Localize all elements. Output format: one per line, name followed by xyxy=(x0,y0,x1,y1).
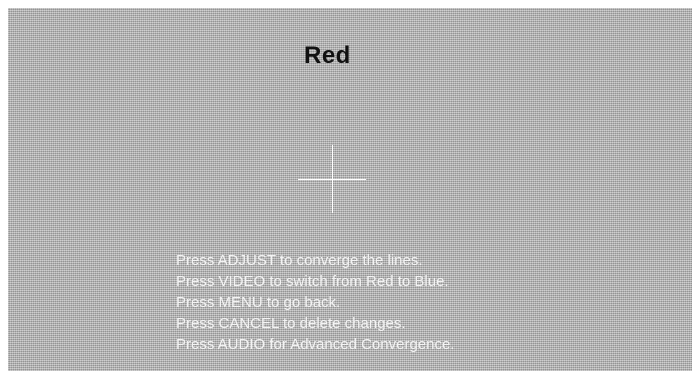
convergence-screen: Red Press ADJUST to converge the lines. … xyxy=(8,8,692,371)
instruction-video: Press VIDEO to switch from Red to Blue. xyxy=(176,273,449,290)
instruction-cancel: Press CANCEL to delete changes. xyxy=(176,315,406,332)
crosshair-icon xyxy=(298,145,366,213)
instruction-adjust: Press ADJUST to converge the lines. xyxy=(176,252,423,269)
color-title: Red xyxy=(304,42,351,69)
instruction-menu: Press MENU to go back. xyxy=(176,294,341,311)
crosshair-vertical-line xyxy=(332,145,333,213)
instruction-list: Press ADJUST to converge the lines. Pres… xyxy=(176,250,454,355)
instruction-audio: Press AUDIO for Advanced Convergence. xyxy=(176,336,455,353)
